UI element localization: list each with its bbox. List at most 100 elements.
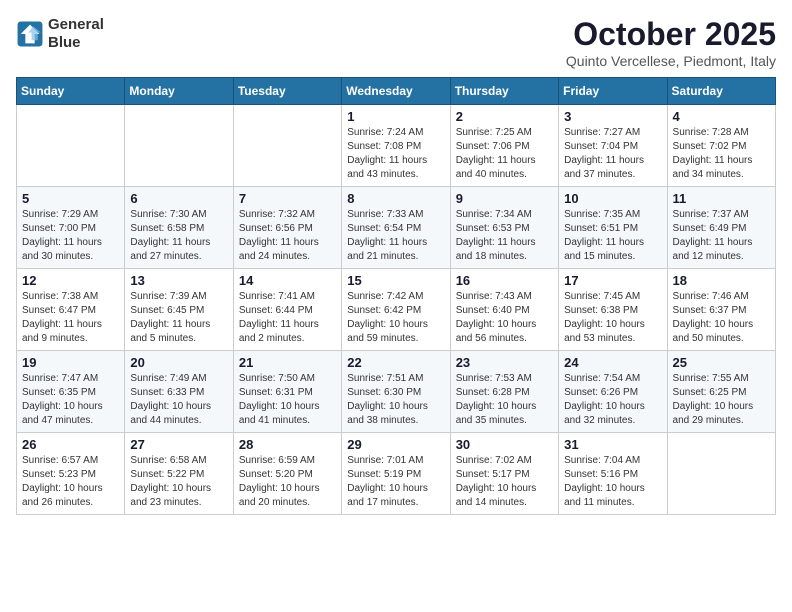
- day-cell: 8 Sunrise: 7:33 AM Sunset: 6:54 PM Daylig…: [342, 187, 450, 269]
- day-cell: 17 Sunrise: 7:45 AM Sunset: 6:38 PM Dayli…: [559, 269, 667, 351]
- day-cell: 30 Sunrise: 7:02 AM Sunset: 5:17 PM Dayli…: [450, 433, 558, 515]
- day-cell: 16Sunrise: 7:43 AM Sunset: 6:40 PM Dayli…: [450, 269, 558, 351]
- day-info: Sunrise: 7:53 AM Sunset: 6:28 PM Dayligh…: [456, 372, 553, 428]
- day-cell: [17, 105, 125, 187]
- day-info: Sunrise: 7:04 AM Sunset: 5:16 PM Dayligh…: [564, 454, 661, 510]
- day-cell: 9 Sunrise: 7:34 AM Sunset: 6:53 PM Daylig…: [450, 187, 558, 269]
- day-number: 8: [347, 191, 444, 206]
- day-number: 1: [347, 109, 444, 124]
- day-number: 11: [673, 191, 770, 206]
- weekday-header-row: SundayMondayTuesdayWednesdayThursdayFrid…: [17, 78, 776, 105]
- day-cell: 1Sunrise: 7:24 AM Sunset: 7:08 PM Daylig…: [342, 105, 450, 187]
- day-number: 15: [347, 273, 444, 288]
- day-number: 6: [130, 191, 227, 206]
- day-info: Sunrise: 7:39 AM Sunset: 6:45 PM Dayligh…: [130, 290, 227, 346]
- weekday-header-monday: Monday: [125, 78, 233, 105]
- day-info: Sunrise: 7:47 AM Sunset: 6:35 PM Dayligh…: [22, 372, 119, 428]
- day-info: Sunrise: 7:33 AM Sunset: 6:54 PM Dayligh…: [347, 208, 444, 264]
- day-cell: 10 Sunrise: 7:35 AM Sunset: 6:51 PM Dayli…: [559, 187, 667, 269]
- day-number: 29: [347, 437, 444, 452]
- day-cell: [233, 105, 341, 187]
- day-info: Sunrise: 7:37 AM Sunset: 6:49 PM Dayligh…: [673, 208, 770, 264]
- day-number: 19: [22, 355, 119, 370]
- day-cell: 28 Sunrise: 6:59 AM Sunset: 5:20 PM Dayli…: [233, 433, 341, 515]
- day-cell: 13 Sunrise: 7:39 AM Sunset: 6:45 PM Dayli…: [125, 269, 233, 351]
- logo-line1: General: [48, 16, 104, 34]
- day-cell: 29Sunrise: 7:01 AM Sunset: 5:19 PM Dayli…: [342, 433, 450, 515]
- day-info: Sunrise: 6:58 AM Sunset: 5:22 PM Dayligh…: [130, 454, 227, 510]
- day-number: 27: [130, 437, 227, 452]
- day-info: Sunrise: 7:50 AM Sunset: 6:31 PM Dayligh…: [239, 372, 336, 428]
- day-info: Sunrise: 7:32 AM Sunset: 6:56 PM Dayligh…: [239, 208, 336, 264]
- week-row-5: 26 Sunrise: 6:57 AM Sunset: 5:23 PM Dayli…: [17, 433, 776, 515]
- weekday-header-friday: Friday: [559, 78, 667, 105]
- day-info: Sunrise: 7:02 AM Sunset: 5:17 PM Dayligh…: [456, 454, 553, 510]
- day-number: 18: [673, 273, 770, 288]
- weekday-header-sunday: Sunday: [17, 78, 125, 105]
- day-number: 28: [239, 437, 336, 452]
- day-cell: 20Sunrise: 7:49 AM Sunset: 6:33 PM Dayli…: [125, 351, 233, 433]
- day-cell: 6 Sunrise: 7:30 AM Sunset: 6:58 PM Daylig…: [125, 187, 233, 269]
- day-info: Sunrise: 7:30 AM Sunset: 6:58 PM Dayligh…: [130, 208, 227, 264]
- day-number: 13: [130, 273, 227, 288]
- logo-line2: Blue: [48, 34, 104, 52]
- day-number: 24: [564, 355, 661, 370]
- day-info: Sunrise: 6:57 AM Sunset: 5:23 PM Dayligh…: [22, 454, 119, 510]
- day-cell: 11 Sunrise: 7:37 AM Sunset: 6:49 PM Dayli…: [667, 187, 775, 269]
- weekday-header-thursday: Thursday: [450, 78, 558, 105]
- day-number: 23: [456, 355, 553, 370]
- week-row-1: 1Sunrise: 7:24 AM Sunset: 7:08 PM Daylig…: [17, 105, 776, 187]
- day-cell: 31 Sunrise: 7:04 AM Sunset: 5:16 PM Dayli…: [559, 433, 667, 515]
- day-info: Sunrise: 7:38 AM Sunset: 6:47 PM Dayligh…: [22, 290, 119, 346]
- day-cell: 7 Sunrise: 7:32 AM Sunset: 6:56 PM Daylig…: [233, 187, 341, 269]
- day-info: Sunrise: 7:25 AM Sunset: 7:06 PM Dayligh…: [456, 126, 553, 182]
- location-subtitle: Quinto Vercellese, Piedmont, Italy: [566, 53, 776, 69]
- day-number: 30: [456, 437, 553, 452]
- day-number: 22: [347, 355, 444, 370]
- day-number: 9: [456, 191, 553, 206]
- day-cell: 18 Sunrise: 7:46 AM Sunset: 6:37 PM Dayli…: [667, 269, 775, 351]
- day-info: Sunrise: 7:51 AM Sunset: 6:30 PM Dayligh…: [347, 372, 444, 428]
- day-info: Sunrise: 7:49 AM Sunset: 6:33 PM Dayligh…: [130, 372, 227, 428]
- day-number: 2: [456, 109, 553, 124]
- day-info: Sunrise: 7:54 AM Sunset: 6:26 PM Dayligh…: [564, 372, 661, 428]
- day-number: 12: [22, 273, 119, 288]
- title-block: October 2025 Quinto Vercellese, Piedmont…: [566, 16, 776, 69]
- day-number: 25: [673, 355, 770, 370]
- day-cell: 26 Sunrise: 6:57 AM Sunset: 5:23 PM Dayli…: [17, 433, 125, 515]
- day-number: 26: [22, 437, 119, 452]
- calendar-table: SundayMondayTuesdayWednesdayThursdayFrid…: [16, 77, 776, 515]
- day-number: 5: [22, 191, 119, 206]
- day-number: 10: [564, 191, 661, 206]
- day-number: 17: [564, 273, 661, 288]
- day-cell: 12 Sunrise: 7:38 AM Sunset: 6:47 PM Dayli…: [17, 269, 125, 351]
- day-info: Sunrise: 7:41 AM Sunset: 6:44 PM Dayligh…: [239, 290, 336, 346]
- day-cell: 24 Sunrise: 7:54 AM Sunset: 6:26 PM Dayli…: [559, 351, 667, 433]
- day-info: Sunrise: 7:34 AM Sunset: 6:53 PM Dayligh…: [456, 208, 553, 264]
- day-cell: 15Sunrise: 7:42 AM Sunset: 6:42 PM Dayli…: [342, 269, 450, 351]
- day-info: Sunrise: 7:46 AM Sunset: 6:37 PM Dayligh…: [673, 290, 770, 346]
- day-cell: 3 Sunrise: 7:27 AM Sunset: 7:04 PM Daylig…: [559, 105, 667, 187]
- day-info: Sunrise: 7:35 AM Sunset: 6:51 PM Dayligh…: [564, 208, 661, 264]
- month-title: October 2025: [566, 16, 776, 53]
- day-number: 14: [239, 273, 336, 288]
- day-cell: 4Sunrise: 7:28 AM Sunset: 7:02 PM Daylig…: [667, 105, 775, 187]
- day-number: 31: [564, 437, 661, 452]
- day-cell: 14 Sunrise: 7:41 AM Sunset: 6:44 PM Dayli…: [233, 269, 341, 351]
- day-cell: 21 Sunrise: 7:50 AM Sunset: 6:31 PM Dayli…: [233, 351, 341, 433]
- day-info: Sunrise: 6:59 AM Sunset: 5:20 PM Dayligh…: [239, 454, 336, 510]
- week-row-3: 12 Sunrise: 7:38 AM Sunset: 6:47 PM Dayli…: [17, 269, 776, 351]
- day-cell: 23 Sunrise: 7:53 AM Sunset: 6:28 PM Dayli…: [450, 351, 558, 433]
- day-info: Sunrise: 7:45 AM Sunset: 6:38 PM Dayligh…: [564, 290, 661, 346]
- day-number: 3: [564, 109, 661, 124]
- day-info: Sunrise: 7:27 AM Sunset: 7:04 PM Dayligh…: [564, 126, 661, 182]
- weekday-header-wednesday: Wednesday: [342, 78, 450, 105]
- day-info: Sunrise: 7:55 AM Sunset: 6:25 PM Dayligh…: [673, 372, 770, 428]
- logo-icon: [16, 20, 44, 48]
- day-cell: [125, 105, 233, 187]
- day-info: Sunrise: 7:29 AM Sunset: 7:00 PM Dayligh…: [22, 208, 119, 264]
- day-number: 7: [239, 191, 336, 206]
- day-number: 21: [239, 355, 336, 370]
- day-cell: 22 Sunrise: 7:51 AM Sunset: 6:30 PM Dayli…: [342, 351, 450, 433]
- day-number: 4: [673, 109, 770, 124]
